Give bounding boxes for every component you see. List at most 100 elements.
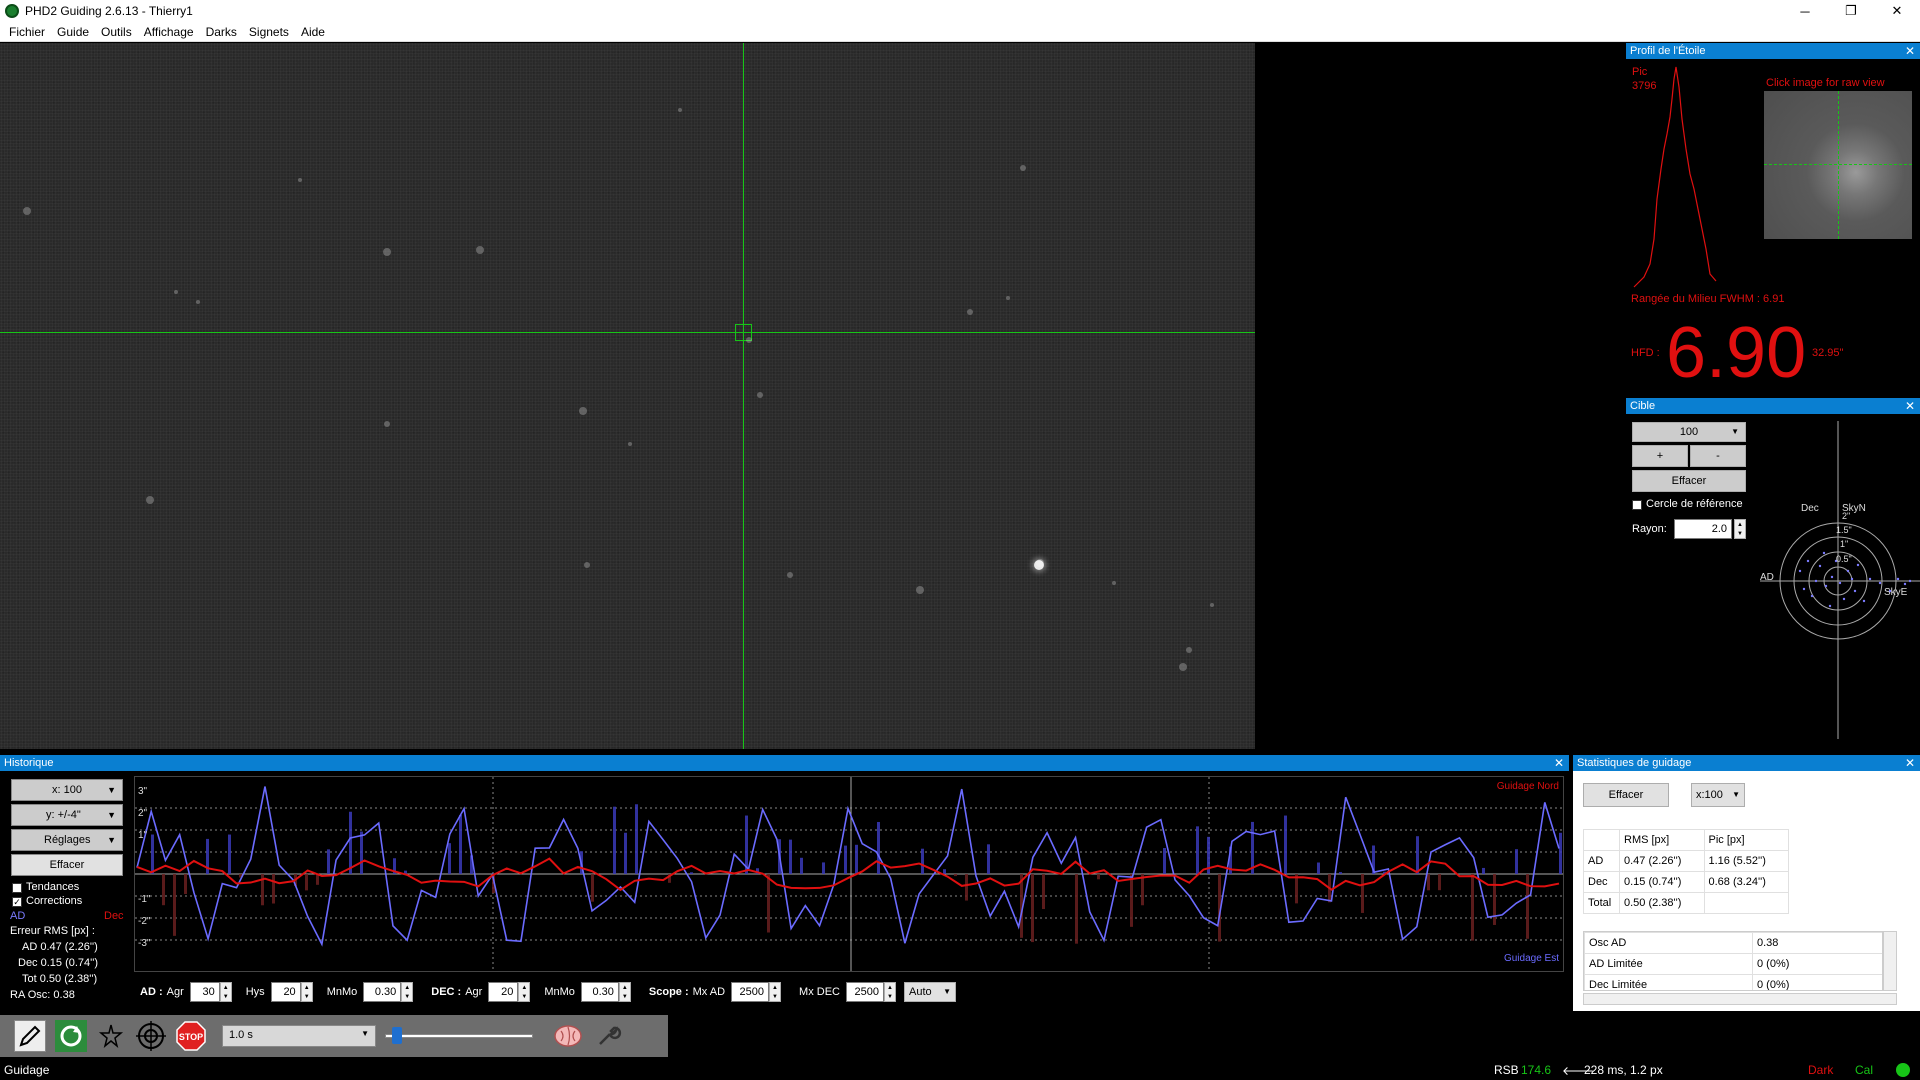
table-row: Osc AD 0.38 [1584, 932, 1882, 954]
guide-camera-image[interactable] [0, 43, 1255, 749]
star-thumbnail[interactable] [1764, 91, 1912, 239]
menu-bar: Fichier Guide Outils Affichage Darks Sig… [0, 22, 1920, 42]
menu-outils[interactable]: Outils [99, 25, 134, 39]
dec-agr-label: Agr [465, 986, 483, 998]
correction-bar [305, 874, 308, 891]
target-clear-button[interactable]: Effacer [1632, 470, 1746, 492]
gamma-slider-thumb[interactable] [392, 1027, 402, 1044]
dec-agr-input[interactable]: 20 [488, 982, 519, 1002]
scope-label: Scope : [648, 986, 689, 998]
y-tick-2: 2" [138, 808, 148, 819]
target-zoom-in-button[interactable]: + [1632, 445, 1688, 467]
stats-row-name: Total [1583, 892, 1620, 914]
dec-mode-select[interactable]: Auto ▼ [903, 982, 956, 1002]
mx-dec-input[interactable]: 2500 [845, 982, 884, 1002]
auto-select-star-button[interactable] [95, 1020, 127, 1052]
stats-title: Statistiques de guidage [1577, 757, 1692, 769]
status-dark: Dark [1808, 1063, 1834, 1077]
ra-mnmo-input[interactable]: 0.30 [363, 982, 402, 1002]
correction-bar [1295, 874, 1298, 904]
ra-agr-spinner[interactable]: ▲ ▼ [219, 982, 232, 1002]
stats-h-scrollbar[interactable] [1583, 993, 1897, 1005]
target-close-icon[interactable]: ✕ [1905, 398, 1915, 414]
status-snr-value: 174.6 [1521, 1063, 1552, 1077]
history-y-scale-value: y: +/-4" [46, 809, 81, 821]
stats-x-scale-select[interactable]: x:100 ▼ [1691, 783, 1745, 807]
mx-ad-spinner[interactable]: ▲ ▼ [769, 982, 782, 1002]
menu-aide[interactable]: Aide [299, 25, 327, 39]
rms-dec: Dec 0.15 (0.74'') [18, 957, 99, 969]
guide-button[interactable] [135, 1020, 167, 1052]
field-star [383, 248, 391, 256]
menu-guide[interactable]: Guide [55, 25, 91, 39]
guide-params-row: AD : Agr 30 ▲ ▼ Hys 20 ▲ ▼ MnMo 0.30 ▲ ▼ DE… [140, 980, 956, 1004]
correction-bar [591, 874, 594, 902]
corrections-checkbox[interactable]: ✓ [12, 897, 22, 907]
hys-input[interactable]: 20 [270, 982, 301, 1002]
radius-spinner[interactable]: ▲ ▼ [1734, 519, 1746, 539]
stats-scrollbar[interactable] [1883, 931, 1897, 991]
minimize-button[interactable]: ─ [1782, 0, 1828, 22]
guide-east-label: Guidage Est [1503, 953, 1559, 964]
dec-agr-spinner[interactable]: ▲ ▼ [518, 982, 531, 1002]
correction-bar [1416, 836, 1419, 874]
target-zoom-select[interactable]: 100 ▼ [1632, 422, 1746, 442]
gamma-slider-track[interactable] [385, 1034, 533, 1038]
history-settings-select[interactable]: Réglages ▼ [11, 829, 123, 851]
field-star [916, 586, 924, 594]
menu-signets[interactable]: Signets [247, 25, 291, 39]
dec-mnmo-spinner[interactable]: ▲ ▼ [618, 982, 631, 1002]
history-x-scale-value: x: 100 [52, 784, 82, 796]
trends-checkbox[interactable] [12, 883, 22, 893]
history-panel: x: 100 ▼ y: +/-4" ▼ Réglages ▼ Effacer Tend… [0, 771, 1569, 1011]
target-zoom-out-button[interactable]: - [1690, 445, 1746, 467]
radius-input[interactable]: 2.0 [1674, 519, 1732, 539]
correction-bar [349, 811, 352, 874]
correction-bar [613, 806, 616, 874]
correction-bar [1163, 848, 1166, 874]
brain-settings-button[interactable] [552, 1020, 584, 1052]
table-row: Dec 0.15 (0.74'') 0.68 (3.24'') [1583, 871, 1789, 893]
correction-bar [921, 848, 924, 874]
field-star [23, 207, 31, 215]
target-ad-label: AD [1760, 572, 1774, 583]
correction-bar [360, 831, 363, 874]
exposure-select[interactable]: 1.0 s ▼ [222, 1025, 376, 1047]
stats-close-icon[interactable]: ✕ [1905, 755, 1915, 771]
camera-connect-button[interactable] [14, 1020, 46, 1052]
hys-spinner[interactable]: ▲ ▼ [300, 982, 313, 1002]
stats-header-row: RMS [px] Pic [px] [1583, 829, 1789, 851]
menu-fichier[interactable]: Fichier [7, 25, 47, 39]
stats-clear-button[interactable]: Effacer [1583, 783, 1669, 807]
ref-circle-checkbox[interactable] [1632, 500, 1642, 510]
history-close-icon[interactable]: ✕ [1554, 755, 1564, 771]
dec-mnmo-input[interactable]: 0.30 [580, 982, 619, 1002]
history-x-scale-select[interactable]: x: 100 ▼ [11, 779, 123, 801]
mx-dec-spinner[interactable]: ▲ ▼ [883, 982, 896, 1002]
history-y-scale-select[interactable]: y: +/-4" ▼ [11, 804, 123, 826]
maximize-button[interactable]: ❐ [1828, 0, 1874, 22]
stats-info-list[interactable]: Osc AD 0.38 AD Limitée 0 (0%) Dec Limité… [1583, 931, 1883, 991]
correction-bar [1515, 849, 1518, 874]
close-button[interactable]: ✕ [1874, 0, 1920, 22]
ra-agr-input[interactable]: 30 [189, 982, 220, 1002]
field-star [476, 246, 484, 254]
window-controls: ─ ❐ ✕ [1782, 0, 1920, 22]
ra-mnmo-spinner[interactable]: ▲ ▼ [401, 982, 414, 1002]
field-star [628, 442, 632, 446]
status-guide-info: 228 ms, 1.2 px [1584, 1063, 1663, 1077]
ring-label-2: 2" [1842, 511, 1851, 521]
star-profile-title: Profil de l'Étoile [1630, 45, 1706, 57]
mx-ad-input[interactable]: 2500 [731, 982, 770, 1002]
loop-button[interactable] [55, 1020, 87, 1052]
correction-bar [954, 874, 957, 877]
star-profile-close-icon[interactable]: ✕ [1905, 43, 1915, 59]
stats-info-value: 0.38 [1752, 932, 1882, 954]
history-clear-button[interactable]: Effacer [11, 854, 123, 876]
correction-bar [1130, 874, 1133, 927]
advanced-tools-button[interactable] [592, 1020, 624, 1052]
brain-icon [554, 1025, 582, 1047]
stop-button[interactable]: STOP [175, 1020, 207, 1052]
menu-affichage[interactable]: Affichage [142, 25, 196, 39]
menu-darks[interactable]: Darks [204, 25, 239, 39]
